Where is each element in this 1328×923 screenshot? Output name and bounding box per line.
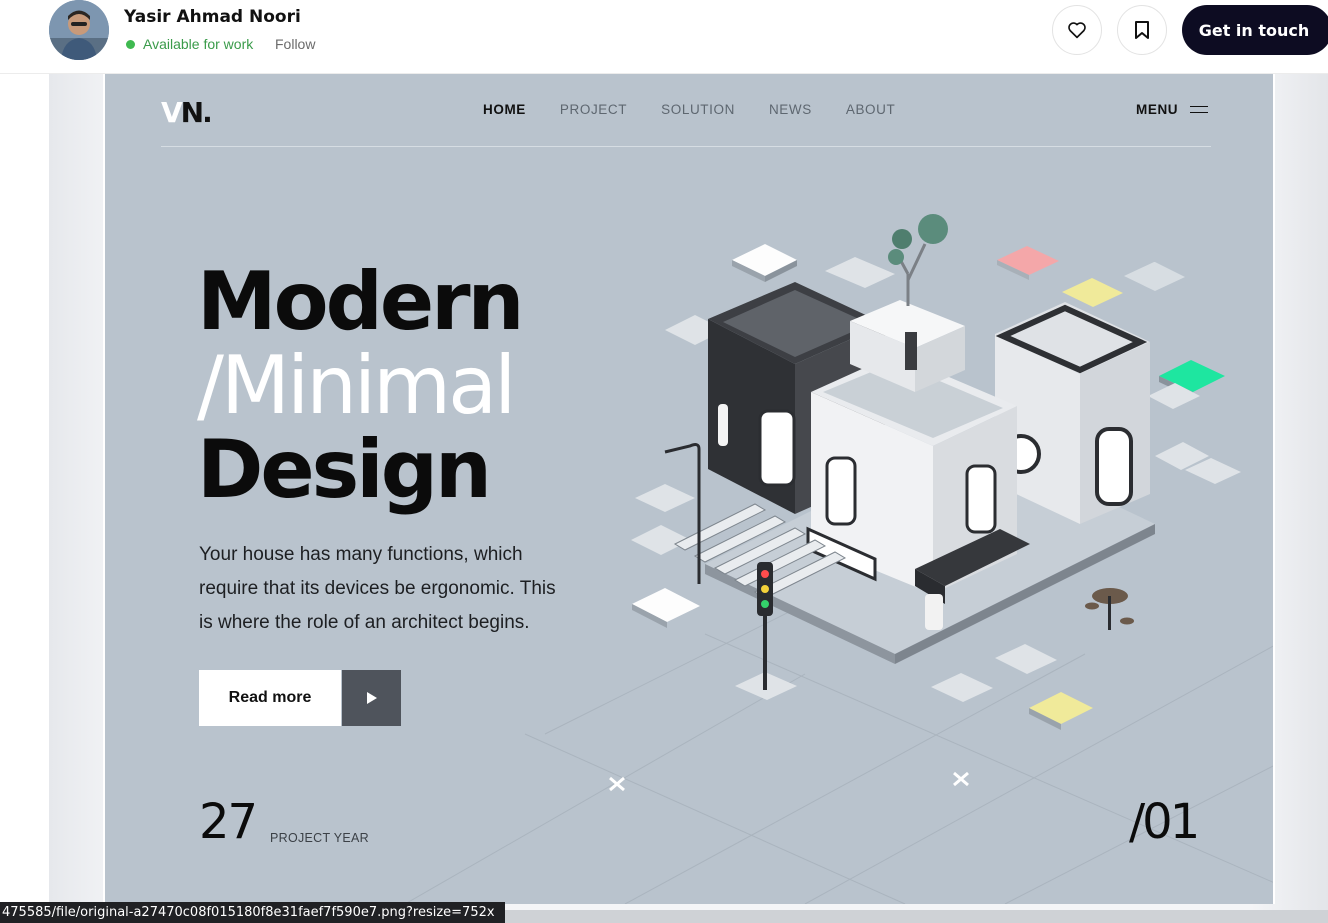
hamburger-icon [1190, 104, 1209, 116]
headline-line-3: Design [197, 423, 492, 516]
shot-image: VN. HOME PROJECT SOLUTION NEWS ABOUT MEN… [103, 74, 1275, 904]
headline-line-1: Modern [197, 255, 524, 348]
play-button[interactable] [342, 670, 401, 726]
logo-letter-v: V [161, 96, 183, 129]
avatar[interactable] [49, 0, 109, 60]
like-button[interactable] [1052, 5, 1102, 55]
heart-icon [1068, 22, 1086, 39]
play-icon [366, 692, 377, 704]
logo-letter-n: N. [180, 96, 213, 129]
get-in-touch-button[interactable]: Get in touch [1182, 5, 1328, 55]
shot-nav: HOME PROJECT SOLUTION NEWS ABOUT [483, 102, 929, 117]
nav-solution[interactable]: SOLUTION [661, 102, 735, 117]
nav-about[interactable]: ABOUT [846, 102, 896, 117]
status-url-tooltip: 475585/file/original-a27470c08f015180f8e… [0, 902, 505, 923]
menu-label: MENU [1136, 102, 1179, 117]
follow-link[interactable]: Follow [275, 36, 315, 52]
profile-name[interactable]: Yasir Ahmad Noori [124, 7, 301, 27]
nav-divider [161, 146, 1211, 147]
brand-logo[interactable]: VN. [161, 96, 213, 129]
slide-counter: /01 [1129, 794, 1200, 850]
project-year-value: 27 [199, 794, 258, 850]
hero-description: Your house has many functions, which req… [199, 544, 556, 633]
nav-home[interactable]: HOME [483, 102, 526, 117]
project-year-label: PROJECT YEAR [270, 831, 369, 845]
menu-button[interactable]: MENU [1136, 102, 1209, 117]
nav-project[interactable]: PROJECT [560, 102, 627, 117]
read-more-button[interactable]: Read more [199, 670, 341, 726]
availability-label: Available for work [143, 36, 254, 52]
grid-markers [609, 771, 969, 792]
nav-news[interactable]: NEWS [769, 102, 812, 117]
headline-line-2: /Minimal [197, 339, 516, 432]
save-button[interactable] [1117, 5, 1167, 55]
bookmark-icon [1135, 21, 1149, 39]
status-dot-icon [126, 39, 135, 49]
hero-headline: Modern /Minimal Design [197, 255, 524, 516]
availability-status: Available for work [126, 36, 253, 52]
profile-header: Yasir Ahmad Noori Available for work Fol… [0, 0, 1328, 74]
